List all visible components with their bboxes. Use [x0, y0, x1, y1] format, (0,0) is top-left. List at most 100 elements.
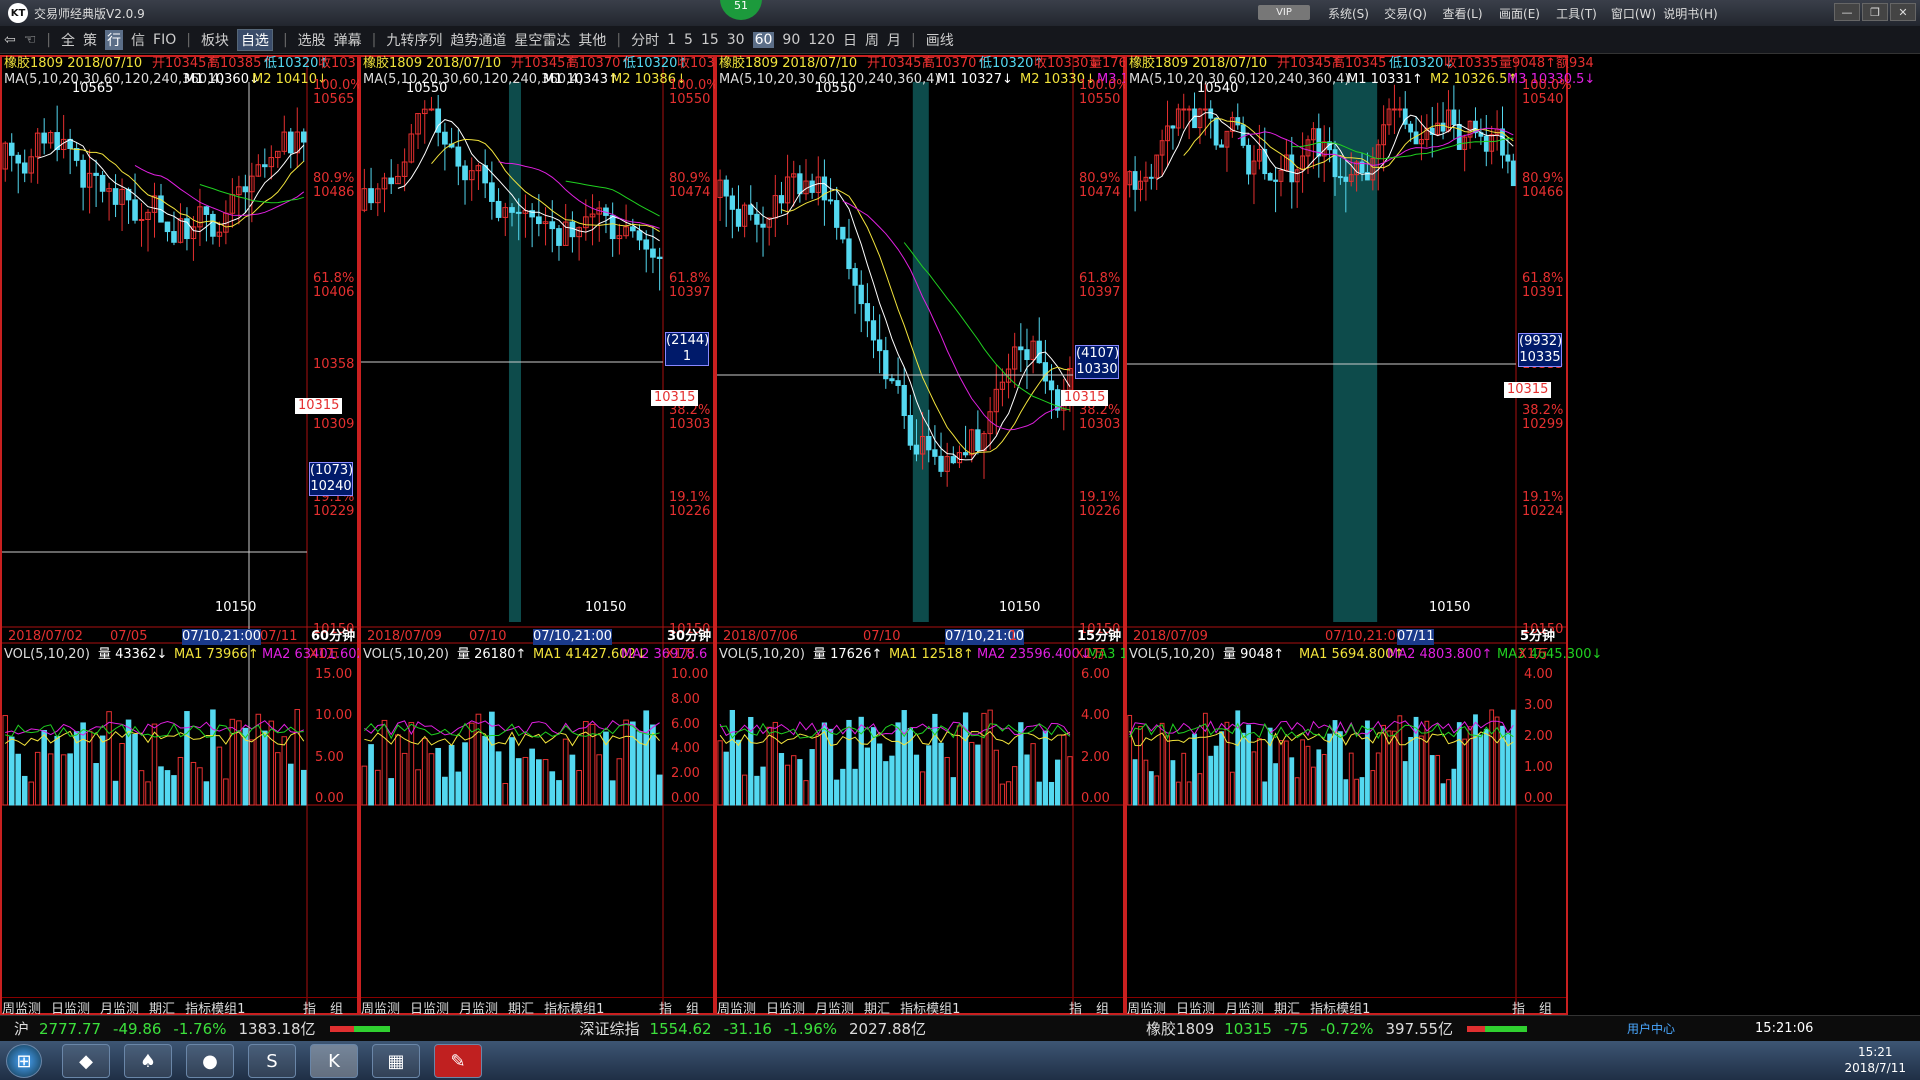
volume-bar: [938, 742, 944, 806]
chart-panel-3[interactable]: 橡胶1809 2018/07/10 开10345↑ 高10370↑ 低10320↑ 收1…: [715, 55, 1161, 1017]
start-icon[interactable]: ⊞: [6, 1044, 42, 1078]
volume-bar: [515, 758, 522, 806]
user-center-link[interactable]: 用户中心: [1627, 1020, 1675, 1037]
tb-timeshare[interactable]: 分时: [631, 30, 659, 50]
restore-icon[interactable]: ❐: [1862, 3, 1888, 21]
tb-day[interactable]: 日: [843, 30, 857, 50]
tb-watchlist[interactable]: 自选: [236, 28, 273, 51]
vol-tick: 0.00: [1524, 791, 1553, 806]
menu-trade[interactable]: 交易(Q): [1377, 5, 1434, 22]
tb-p90[interactable]: 90: [782, 32, 800, 48]
volume-bar: [1042, 730, 1049, 806]
tb-p5[interactable]: 5: [684, 32, 693, 48]
candlestick-chart[interactable]: [717, 57, 1123, 1013]
cards-icon[interactable]: ♠: [124, 1044, 172, 1078]
candle-body: [515, 211, 522, 214]
volume-bar: [778, 753, 785, 806]
menu-window[interactable]: 窗口(W): [1605, 5, 1662, 22]
candlestick-chart[interactable]: [1127, 57, 1566, 1013]
ma-m1-value: M1 10360↓: [184, 72, 260, 87]
vol-quantity: 量 17626↑: [813, 647, 883, 662]
vip-button[interactable]: VIP: [1258, 5, 1310, 20]
tb-p60[interactable]: 60: [752, 31, 775, 48]
sogou-icon[interactable]: S: [248, 1044, 296, 1078]
menu-screen[interactable]: 画面(E): [1491, 5, 1548, 22]
tb-sector[interactable]: 板块: [201, 30, 229, 50]
game-icon[interactable]: ◆: [62, 1044, 110, 1078]
volume-bar: [623, 719, 629, 806]
tb-p15[interactable]: 15: [701, 32, 719, 48]
chart-panel-2[interactable]: 橡胶1809 2018/07/10 开10345↑ 高10370↑ 低10320↑ 收1…: [359, 55, 719, 1017]
candle-body: [834, 200, 840, 228]
notification-badge[interactable]: 51: [720, 0, 762, 20]
tb-month[interactable]: 月: [887, 30, 901, 50]
volume-bar: [1381, 724, 1387, 806]
volume-bar: [643, 710, 650, 806]
indicator-tabs: 周监测 日监测 月监测 期汇 指标模组1 指组: [1127, 997, 1566, 1017]
back-icon[interactable]: ⇦: [4, 32, 16, 48]
tb-p1[interactable]: 1: [667, 32, 676, 48]
sh-amount: 1383.18亿: [238, 1020, 316, 1038]
period-label[interactable]: 15分钟: [1077, 629, 1121, 645]
vol-ma3: MA3 4645.300↓: [1497, 647, 1603, 662]
volume-bar: [889, 755, 895, 806]
tb-nine-turn[interactable]: 九转序列: [386, 30, 442, 50]
candle-body: [8, 142, 15, 156]
candle-body: [1289, 154, 1295, 183]
volume-bar: [741, 774, 748, 806]
tb-strategy[interactable]: 策: [83, 30, 97, 50]
period-label[interactable]: 5分钟: [1520, 629, 1555, 645]
vol-ma-line: [4, 730, 305, 747]
tb-stock-picker[interactable]: 选股: [298, 30, 326, 50]
qq-icon[interactable]: ●: [186, 1044, 234, 1078]
volume-bar: [827, 728, 834, 806]
tb-fio[interactable]: FIO: [153, 32, 176, 48]
tb-p30[interactable]: 30: [727, 32, 745, 48]
tb-p120[interactable]: 120: [808, 32, 835, 48]
period-label[interactable]: 60分钟: [311, 629, 355, 645]
candle-body: [1036, 340, 1042, 364]
volume-bar: [1370, 770, 1376, 806]
date-tick: 07/05: [110, 629, 148, 644]
menu-view[interactable]: 查看(L): [1434, 5, 1491, 22]
tb-trend-channel[interactable]: 趋势通道: [450, 30, 506, 50]
tb-all[interactable]: 全: [61, 30, 75, 50]
menu-tools[interactable]: 工具(T): [1548, 5, 1605, 22]
price-tick: 10226: [1079, 504, 1121, 519]
candle-body: [901, 384, 907, 417]
tb-info[interactable]: 信: [131, 30, 145, 50]
tb-quote[interactable]: 行: [105, 29, 124, 50]
pdf-icon[interactable]: ✎: [434, 1044, 482, 1078]
volume-bar: [1005, 781, 1012, 806]
volume-bar: [54, 735, 60, 806]
volume-bar: [772, 721, 778, 806]
tb-star-radar[interactable]: 星空雷达: [514, 30, 570, 50]
kt-app-icon[interactable]: K: [310, 1044, 358, 1078]
vol-tick: 0.00: [315, 791, 344, 806]
volume-bar: [1316, 749, 1322, 806]
explorer-icon[interactable]: ▦: [372, 1044, 420, 1078]
tb-bullet[interactable]: 弹幕: [334, 30, 362, 50]
candle-body: [535, 216, 542, 225]
candle-body: [288, 131, 294, 154]
tb-other[interactable]: 其他: [578, 30, 606, 50]
chart-panel-1[interactable]: 橡胶1809 2018/07/10 开10345↑ 高10385↑ 低10320↑ 收1…: [0, 55, 376, 1017]
candlestick-chart[interactable]: [361, 57, 713, 1013]
volume-bar: [760, 766, 766, 806]
tb-draw-line[interactable]: 画线: [926, 30, 954, 50]
candlestick-chart[interactable]: [2, 57, 357, 1013]
price-tick: 10466: [1522, 185, 1564, 200]
candle-body: [1202, 108, 1208, 111]
volume-bar: [395, 734, 401, 806]
minimize-icon[interactable]: —: [1834, 3, 1860, 21]
volume-bar: [1327, 733, 1332, 806]
candle-body: [821, 176, 828, 201]
chart-panel-4[interactable]: 橡胶1809 2018/07/10 开10345↑ 高10345 低10320↓ 收10…: [1125, 55, 1602, 1017]
tb-week[interactable]: 周: [865, 30, 879, 50]
menu-system[interactable]: 系统(S): [1320, 5, 1377, 22]
volume-bar: [1067, 756, 1073, 806]
menu-manual[interactable]: 说明书(H): [1662, 5, 1719, 22]
hand-icon[interactable]: ☜: [24, 32, 37, 48]
close-icon[interactable]: ✕: [1890, 3, 1916, 21]
period-label[interactable]: 30分钟: [667, 629, 711, 645]
